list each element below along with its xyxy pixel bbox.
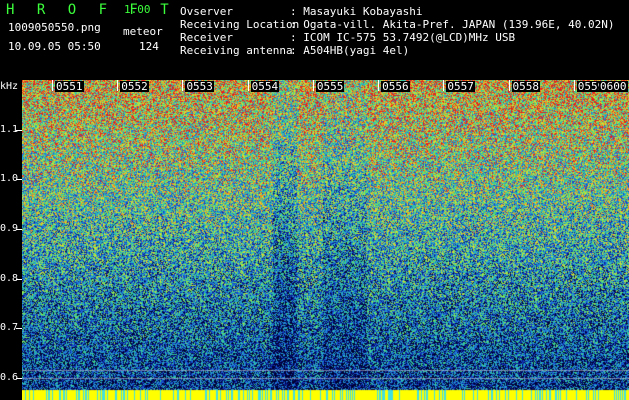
- time-tick: [573, 80, 575, 91]
- receiver-value: : ICOM IC-575 53.7492(@LCD)MHz USB: [290, 31, 516, 44]
- frequency-label: 0.9: [0, 223, 19, 235]
- app-version: 1.00: [124, 3, 151, 16]
- receiver-label: Receiver: [180, 31, 233, 44]
- antenna-value: : A504HB(yagi 4el): [290, 44, 410, 57]
- time-tick: [443, 80, 445, 91]
- spectrogram-canvas[interactable]: [22, 80, 629, 400]
- meteor-count: 124: [139, 40, 159, 53]
- header-panel: H R O F F T 1.00 1009050550.png 10.09.05…: [0, 0, 629, 80]
- frequency-label: 0.7: [0, 322, 19, 334]
- location-label: Receiving Location: [180, 18, 300, 31]
- time-tick: [312, 80, 314, 91]
- observer-label: Ovserver: [180, 5, 233, 18]
- time-label: 0554: [250, 80, 280, 93]
- frequency-label: 0.8: [0, 272, 19, 284]
- time-label: 0557: [446, 80, 475, 93]
- time-label: 0558: [511, 80, 541, 93]
- time-tick: [117, 80, 119, 91]
- time-label: 0553: [185, 80, 214, 93]
- time-tick: [378, 80, 380, 91]
- time-tick: [52, 80, 53, 91]
- time-label: 0556: [381, 80, 410, 93]
- time-label: 0555: [315, 80, 345, 93]
- observer-value: : Masayuki Kobayashi: [290, 5, 423, 18]
- frequency-label: 0.6: [0, 372, 19, 384]
- file-name: 1009050550.png: [8, 21, 101, 34]
- time-label: 0551: [55, 80, 84, 93]
- frequency-label: 1.1: [0, 123, 19, 135]
- time-label: 0600: [599, 80, 628, 93]
- antenna-label: Receiving antenna: [180, 44, 293, 57]
- time-tick: [508, 80, 510, 91]
- time-label: 0552: [120, 80, 149, 93]
- meteor-label: meteor: [123, 25, 163, 38]
- frequency-label: 1.0: [0, 173, 19, 185]
- file-datetime: 10.09.05 05:50: [8, 40, 101, 53]
- time-tick: [182, 80, 184, 91]
- frequency-unit: kHz: [0, 81, 19, 92]
- time-tick: [247, 80, 249, 91]
- location-value: : Ogata-vill. Akita-Pref. JAPAN (139.96E…: [290, 18, 615, 31]
